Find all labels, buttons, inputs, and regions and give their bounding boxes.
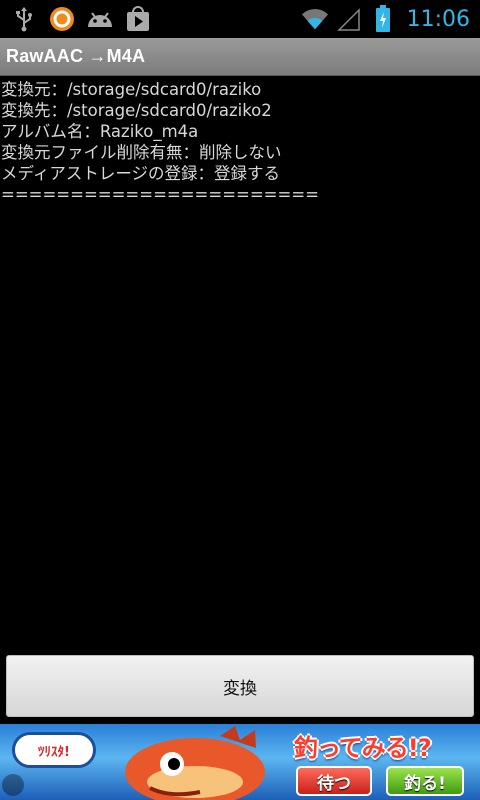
battery-charging-icon	[369, 5, 397, 33]
app-notification-icon	[48, 5, 76, 33]
ad-wait-button[interactable]: 待つ	[296, 766, 372, 796]
convert-button-label: 変換	[223, 678, 257, 699]
album-name-line: アルバム名：Raziko_m4a	[1, 122, 199, 141]
media-storage-line: メディアストレージの登録：登録する	[1, 164, 281, 183]
convert-button[interactable]: 変換	[6, 655, 474, 717]
signal-icon	[335, 5, 363, 33]
ad-logo-text: ﾂﾘｽﾀ!	[38, 744, 70, 760]
destination-path-line: 変換先：/storage/sdcard0/raziko2	[1, 101, 272, 120]
source-path-line: 変換元：/storage/sdcard0/raziko	[1, 80, 262, 99]
ad-banner[interactable]: ﾂﾘｽﾀ! 釣ってみる!? 待つ 釣る!	[0, 724, 480, 800]
ad-headline: 釣ってみる!?	[294, 734, 432, 762]
notification-icons	[10, 4, 152, 34]
android-debug-icon	[86, 5, 114, 33]
conversion-info: 変換元：/storage/sdcard0/raziko 変換先：/storage…	[1, 79, 479, 205]
app-title: RawAAC →M4A	[6, 46, 146, 66]
usb-icon	[10, 5, 38, 33]
ad-logo: ﾂﾘｽﾀ!	[12, 732, 96, 768]
ad-reel-button[interactable]: 釣る!	[386, 766, 464, 796]
system-indicators: 11:06	[301, 4, 470, 34]
clock: 11:06	[406, 6, 470, 32]
fish-illustration	[125, 726, 265, 800]
wifi-icon	[301, 5, 329, 33]
separator-line: =======================	[1, 185, 319, 204]
play-store-icon	[124, 5, 152, 33]
action-bar: RawAAC →M4A	[0, 38, 480, 76]
status-bar: 11:06	[0, 0, 480, 38]
delete-source-line: 変換元ファイル削除有無：削除しない	[1, 143, 282, 162]
ad-corner-badge	[2, 774, 24, 796]
